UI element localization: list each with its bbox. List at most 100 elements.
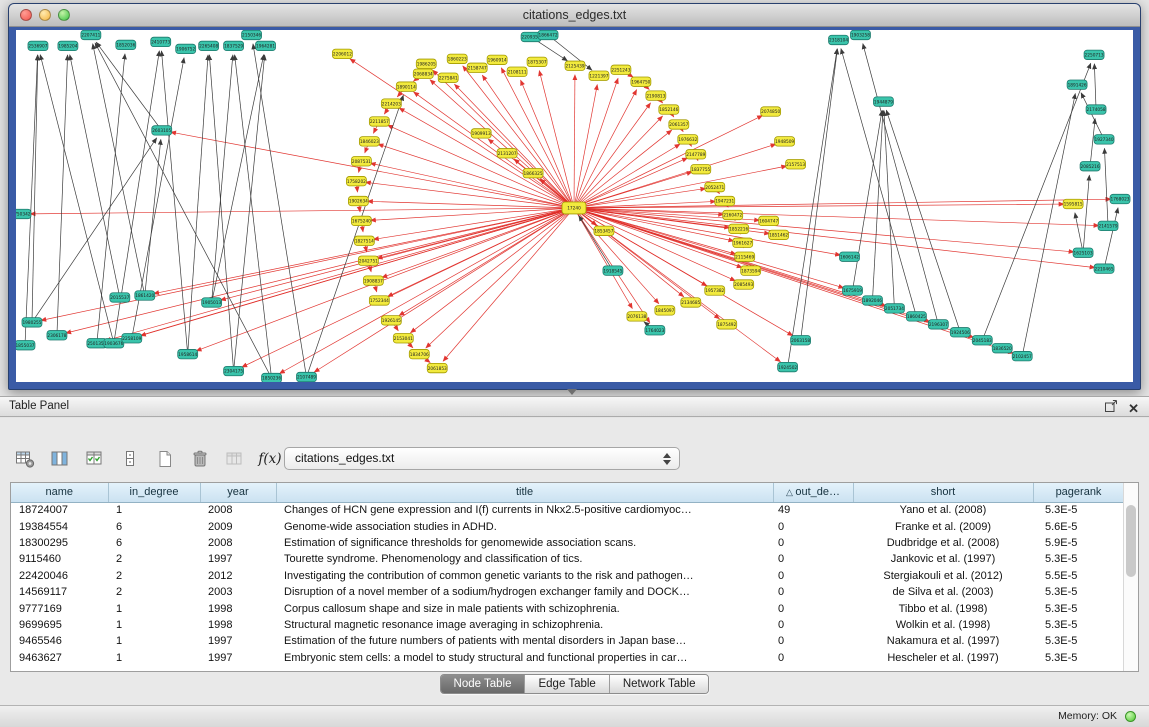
network-node[interactable]: 1866325: [523, 168, 543, 177]
network-node[interactable]: 2131207: [497, 149, 517, 158]
function-builder-icon[interactable]: f(x): [259, 447, 281, 471]
network-node[interactable]: 1595815: [1063, 199, 1083, 208]
network-node[interactable]: 1957382: [705, 286, 725, 295]
network-node[interactable]: 1903258: [851, 30, 871, 39]
network-node[interactable]: 1985204: [58, 41, 78, 50]
network-node[interactable]: 2275841: [438, 73, 458, 82]
network-node[interactable]: 2536907: [28, 41, 48, 50]
tab-edge-table[interactable]: Edge Table: [525, 675, 609, 693]
network-node[interactable]: 1947231: [715, 196, 735, 205]
network-node[interactable]: 1909913: [471, 129, 491, 138]
network-node[interactable]: 1866472: [538, 30, 558, 39]
network-node[interactable]: 1927340: [1094, 135, 1114, 144]
network-node[interactable]: 1752344: [369, 296, 389, 305]
table-row[interactable]: 2242004622012Investigating the contribut…: [11, 568, 1124, 584]
column-header-year[interactable]: year: [200, 483, 276, 502]
network-node[interactable]: 1918545: [603, 266, 623, 275]
show-columns-icon[interactable]: [49, 447, 71, 471]
network-node[interactable]: 2115469: [735, 252, 755, 261]
network-node[interactable]: 1964750: [631, 77, 651, 86]
network-node[interactable]: 2158747: [467, 63, 487, 72]
network-node[interactable]: 1855037: [16, 340, 35, 349]
network-node[interactable]: 2061357: [669, 120, 689, 129]
table-row[interactable]: 946554611997Estimation of the future num…: [11, 633, 1124, 649]
network-node[interactable]: 17240: [562, 202, 586, 214]
network-node[interactable]: 2304175: [224, 366, 244, 375]
table-row[interactable]: 969969511998Structural magnetic resonanc…: [11, 617, 1124, 633]
network-node[interactable]: 2141579: [1098, 221, 1118, 230]
network-node[interactable]: 1924506: [950, 328, 970, 337]
network-node[interactable]: 1625103: [1073, 248, 1093, 257]
minimize-window-button[interactable]: [39, 9, 51, 21]
network-node[interactable]: 2306178: [47, 331, 67, 340]
network-node[interactable]: 2196307: [928, 320, 948, 329]
float-panel-icon[interactable]: [1104, 399, 1118, 418]
network-node[interactable]: 1860425: [906, 312, 926, 321]
network-node[interactable]: 1875307: [527, 57, 547, 66]
network-node[interactable]: 2318104: [829, 35, 849, 44]
network-node[interactable]: 2052471: [705, 182, 725, 191]
network-node[interactable]: 1834706: [409, 349, 429, 358]
network-node[interactable]: 1768023: [1110, 194, 1130, 203]
network-node[interactable]: 2061853: [427, 363, 447, 372]
column-header-in_degree[interactable]: in_degree: [108, 483, 200, 502]
column-header-short[interactable]: short: [853, 483, 1033, 502]
network-node[interactable]: 1875492: [717, 320, 737, 329]
column-header-title[interactable]: title: [276, 483, 773, 502]
network-node[interactable]: 1903676: [104, 338, 124, 347]
network-node[interactable]: 2085493: [734, 280, 754, 289]
network-node[interactable]: 2134685: [681, 298, 701, 307]
network-node[interactable]: 1892046: [862, 296, 882, 305]
network-node[interactable]: 1604747: [759, 216, 779, 225]
table-row[interactable]: 946362711997Embryonic stem cells: a mode…: [11, 650, 1124, 666]
network-node[interactable]: 2207411: [81, 30, 101, 39]
network-node[interactable]: 1873594: [741, 266, 761, 275]
network-node[interactable]: 2042751: [358, 256, 378, 265]
table-selector-dropdown[interactable]: citations_edges.txt: [284, 447, 680, 470]
network-node[interactable]: 1860223: [447, 54, 467, 63]
network-node[interactable]: 2210465: [1094, 264, 1114, 273]
network-node[interactable]: 1908837: [363, 276, 383, 285]
new-column-icon[interactable]: [84, 447, 106, 471]
network-node[interactable]: 2074850: [761, 107, 781, 116]
network-node[interactable]: 1961627: [733, 238, 753, 247]
network-node[interactable]: 1890114: [396, 82, 416, 91]
network-node[interactable]: 1948509: [775, 137, 795, 146]
network-canvas-svg[interactable]: 1724022118571846023208753117582021902634…: [16, 30, 1133, 382]
table-row[interactable]: 911546021997Tourette syndrome. Phenomeno…: [11, 551, 1124, 567]
table-row[interactable]: 977716911998Corpus callosum shape and si…: [11, 600, 1124, 616]
column-header-name[interactable]: name: [11, 483, 108, 502]
close-window-button[interactable]: [20, 9, 32, 21]
network-node[interactable]: 1606142: [840, 252, 860, 261]
new-file-icon[interactable]: [154, 447, 176, 471]
network-node[interactable]: 1980255: [22, 318, 42, 327]
network-node[interactable]: 2015537: [110, 293, 130, 302]
scrollbar-thumb[interactable]: [1126, 505, 1136, 577]
network-node[interactable]: 1926145: [381, 316, 401, 325]
network-node[interactable]: 2108111: [507, 67, 527, 76]
import-table-icon[interactable]: [224, 447, 246, 471]
network-node[interactable]: 1845097: [655, 306, 675, 315]
table-row[interactable]: 1456911722003Disruption of a novel membe…: [11, 584, 1124, 600]
table-scrollbar[interactable]: [1123, 483, 1138, 671]
network-node[interactable]: 2251243: [611, 65, 631, 74]
network-node[interactable]: 2051734: [884, 304, 904, 313]
network-node[interactable]: 2190813: [646, 91, 666, 100]
window-titlebar[interactable]: citations_edges.txt: [9, 4, 1140, 27]
rows-icon[interactable]: [119, 447, 141, 471]
network-node[interactable]: 2211857: [369, 117, 389, 126]
network-node[interactable]: 2085216: [1080, 162, 1100, 171]
zoom-window-button[interactable]: [58, 9, 70, 21]
network-node[interactable]: 1976632: [678, 135, 698, 144]
network-node[interactable]: 1891426: [1067, 80, 1087, 89]
network-node[interactable]: 2153041: [393, 334, 413, 343]
table-row[interactable]: 1938455462009Genome-wide association stu…: [11, 518, 1124, 534]
network-node[interactable]: 2068834: [413, 69, 433, 78]
close-panel-icon[interactable]: ✕: [1128, 401, 1139, 416]
network-node[interactable]: 1944879: [873, 97, 893, 106]
network-node[interactable]: 1861420: [135, 291, 155, 300]
network-node[interactable]: 1846023: [359, 137, 379, 146]
network-node[interactable]: 2125439: [565, 61, 585, 70]
network-node[interactable]: 1675240: [351, 216, 371, 225]
tab-network-table[interactable]: Network Table: [610, 675, 709, 693]
